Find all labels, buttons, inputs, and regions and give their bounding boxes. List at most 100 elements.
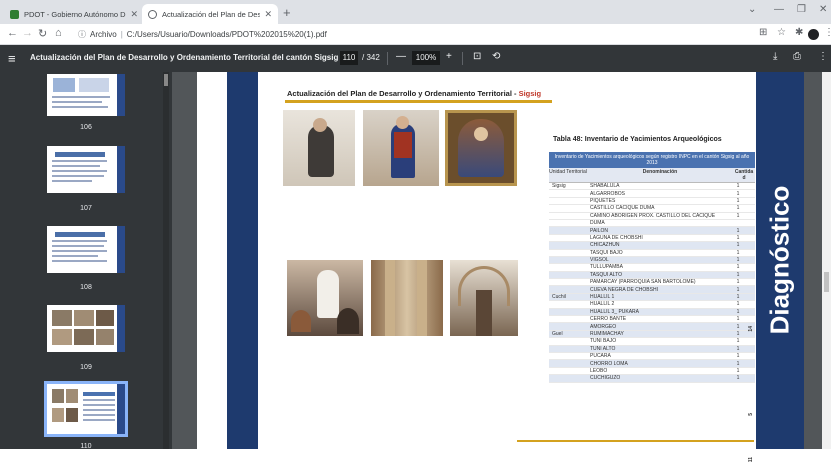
header-name: Denominación <box>642 169 678 175</box>
thumbnail-line <box>52 106 108 108</box>
cell-qty: 1 <box>736 271 740 278</box>
thumbnail-page[interactable] <box>47 226 125 273</box>
toolbar-divider <box>462 52 463 65</box>
cell-name: TULLUPAMBA <box>590 264 623 271</box>
tab-pdot[interactable]: PDOT - Gobierno Autónomo Des ✕ <box>4 4 144 24</box>
viewer-scrollbar[interactable] <box>822 72 831 449</box>
forward-icon[interactable]: → <box>22 27 33 39</box>
photo-friar-statue <box>283 110 355 186</box>
rotate-icon[interactable]: ⟲ <box>492 51 500 62</box>
thumbnail-block <box>53 78 75 92</box>
cell-qty: 1 <box>736 375 740 382</box>
table-row: PAMARCAY (PARROQUIA SAN BARTOLOMÉ) 1 <box>549 279 755 287</box>
cell-name: CASTILLO CACIQUE DUMA <box>590 205 655 212</box>
thumbnail-page[interactable] <box>47 146 125 193</box>
close-window-button[interactable]: ✕ <box>819 4 827 15</box>
cell-qty: 1 <box>736 257 740 264</box>
cell-qty: 1 <box>736 227 740 234</box>
thumbnail-photo <box>52 310 72 326</box>
fit-page-icon[interactable]: ⊡ <box>473 51 481 62</box>
thumbnail-label: 106 <box>80 124 92 131</box>
download-icon[interactable]: ⤓ <box>773 51 777 62</box>
scrollbar-thumb[interactable] <box>824 272 829 292</box>
thumbnail-line <box>83 399 115 401</box>
maximize-button[interactable]: ❐ <box>797 4 806 15</box>
minimize-button[interactable]: — <box>774 4 784 15</box>
pdf-toolbar: ≡ Actualización del Plan de Desarrollo y… <box>0 45 831 72</box>
thumbnail-photo <box>66 389 78 403</box>
cell-qty: 1 <box>736 323 740 330</box>
url-field[interactable]: ⓘ Archivo | C:/Users/Usuario/Downloads/P… <box>78 26 748 43</box>
thumbnail-photo <box>96 310 114 326</box>
thumbnail-band <box>117 384 125 434</box>
table-row: TUÑI BAJO 1 <box>549 338 755 346</box>
cell-unit: Cuchil <box>552 294 566 301</box>
thumbnail-page[interactable] <box>47 305 125 352</box>
tab-title: PDOT - Gobierno Autónomo Des <box>24 9 127 19</box>
bookmark-star-icon[interactable]: ☆ <box>777 27 786 38</box>
thumbnail-line <box>52 245 104 247</box>
zoom-in-icon[interactable]: + <box>446 51 452 62</box>
thumbnail-block <box>79 78 109 92</box>
header-qty: Cantida d <box>734 169 754 181</box>
home-icon[interactable]: ⌂ <box>55 27 62 39</box>
table-row: HUALLIL 3_ PUKARA 1 <box>549 308 755 317</box>
extensions-icon[interactable]: ✱ <box>795 27 803 38</box>
reload-icon[interactable]: ↻ <box>38 27 47 40</box>
tab-search-icon[interactable]: ⌄ <box>748 4 756 15</box>
cell-qty: 1 <box>736 331 740 337</box>
cell-qty: 1 <box>736 308 740 315</box>
url-scheme: Archivo <box>90 30 117 39</box>
zoom-input[interactable]: 100% <box>412 51 440 65</box>
header-unit: Unidad Territorial <box>549 169 587 175</box>
statue-head <box>396 116 409 129</box>
cell-name: TASQUI BAJO <box>590 249 623 256</box>
cell-name: LEOBO <box>590 367 608 374</box>
table-header-row: Unidad Territorial Denominación Cantida … <box>549 168 755 183</box>
section-label: Diagnóstico <box>764 185 795 335</box>
thumbnail-line <box>83 419 115 421</box>
thumbnail-label: 110 <box>80 443 92 449</box>
info-icon[interactable]: ⓘ <box>78 29 86 40</box>
new-tab-button[interactable]: + <box>283 5 291 20</box>
print-icon[interactable]: ⎙ <box>793 51 801 62</box>
cell-name: PUCARÁ <box>590 353 611 360</box>
avatar[interactable] <box>808 29 819 40</box>
cell-name: TUÑI BAJO <box>590 338 617 345</box>
page-number-input[interactable]: 110 <box>340 51 358 65</box>
more-actions-icon[interactable]: ⋮ <box>818 51 828 62</box>
more-menu-icon[interactable]: ⋮ <box>824 27 831 38</box>
zoom-out-icon[interactable]: — <box>396 51 406 62</box>
statue-figure <box>308 125 334 177</box>
scrollbar-thumb[interactable] <box>164 74 168 86</box>
thumbnail-line <box>52 160 107 162</box>
thumbnail-band <box>117 226 125 273</box>
thumbnail-line <box>52 260 107 262</box>
thumbnail-photo <box>66 408 78 422</box>
procession-statue <box>317 270 339 318</box>
thumbnail-page-selected[interactable] <box>44 381 128 437</box>
thumbnail-line <box>52 250 107 252</box>
table-row: TULLUPAMBA 1 <box>549 264 755 272</box>
cell-name: CHORRO LOMA <box>590 360 628 367</box>
table-row: PUCARÁ 1 <box>549 353 755 361</box>
back-icon[interactable]: ← <box>7 27 18 39</box>
translate-icon[interactable]: ⊞ <box>759 27 767 38</box>
thumbnail-sidebar: 106 107 108 109 110 <box>0 72 172 449</box>
table-row: TUÑI ALTO 1 <box>549 345 755 353</box>
close-tab-icon[interactable]: ✕ <box>130 9 138 20</box>
cell-qty: 1 <box>736 242 740 249</box>
table-row: PIQUETES 1 <box>549 197 755 206</box>
close-tab-icon[interactable]: ✕ <box>264 9 272 20</box>
menu-icon[interactable]: ≡ <box>8 51 16 66</box>
sidebar-scrollbar[interactable] <box>163 72 169 449</box>
thumbnail-line <box>52 180 92 182</box>
thumbnail-page[interactable] <box>47 74 125 116</box>
cell-qty: 1 <box>736 367 740 374</box>
pdf-viewer: Diagnóstico Actualización del Plan de De… <box>172 72 831 462</box>
thumbnail-line <box>52 255 98 257</box>
cell-qty: 1 <box>736 294 740 301</box>
page-header: Actualización del Plan de Desarrollo y O… <box>287 89 541 98</box>
tab-pdf[interactable]: Actualización del Plan de Desarr ✕ <box>142 4 278 24</box>
cell-qty: 1 <box>736 197 740 204</box>
